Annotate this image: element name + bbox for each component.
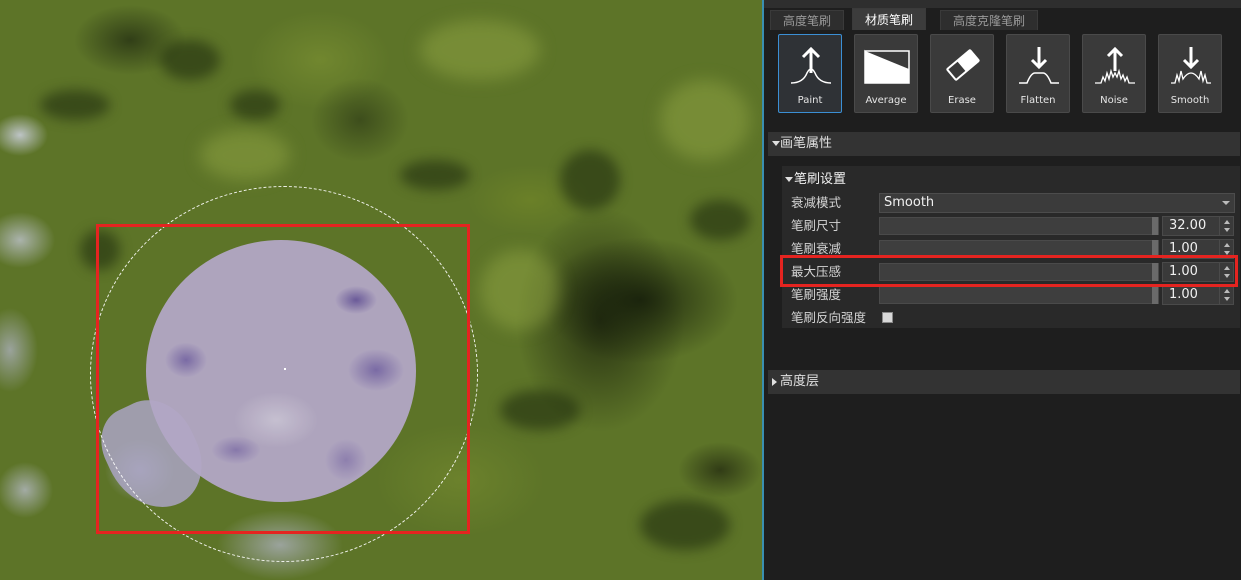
terrain-shadow	[400, 160, 470, 190]
brush-strength-slider[interactable]	[879, 286, 1159, 304]
row-brush-size: 笔刷尺寸 32.00	[782, 215, 1240, 237]
terrain-highlight	[480, 250, 560, 330]
highlight-box-max-pressure	[780, 255, 1238, 287]
terrain-highlight	[420, 20, 540, 80]
tool-noise-button[interactable]: Noise	[1082, 34, 1146, 113]
slider-handle[interactable]	[1152, 217, 1158, 235]
eraser-icon	[946, 49, 980, 81]
terrain-highlight	[660, 80, 750, 160]
terrain-shadow	[160, 40, 220, 80]
falloff-mode-dropdown[interactable]: Smooth	[879, 193, 1235, 213]
terrain-shadow	[40, 90, 110, 120]
expand-triangle-icon	[772, 141, 780, 146]
spin-up-icon[interactable]	[1224, 289, 1230, 293]
section-brush-properties[interactable]: 画笔属性	[768, 132, 1240, 156]
brush-invert-strength-checkbox[interactable]	[882, 312, 893, 323]
brush-tool-row: Paint Average Erase Flatten Noise Smooth	[778, 34, 1238, 114]
slider-handle[interactable]	[1152, 286, 1158, 304]
row-brush-strength: 笔刷强度 1.00	[782, 284, 1240, 306]
brush-settings-group: 笔刷设置 衰减模式 Smooth 笔刷尺寸 32.00 笔刷衰减 1.00 最大…	[782, 166, 1240, 328]
brush-strength-spinbox[interactable]: 1.00	[1162, 285, 1234, 305]
tool-label: Smooth	[1170, 95, 1210, 106]
spin-up-icon[interactable]	[1224, 243, 1230, 247]
brush-size-slider[interactable]	[879, 217, 1159, 235]
chevron-down-icon	[1222, 201, 1230, 205]
brush-size-spinbox[interactable]: 32.00	[1162, 216, 1234, 236]
tab-material-brush[interactable]: 材质笔刷	[852, 8, 927, 30]
panel-title-bar	[764, 0, 1241, 8]
terrain-viewport[interactable]	[0, 0, 762, 580]
row-falloff-mode: 衰减模式 Smooth	[782, 192, 1240, 214]
brush-tab-bar: 高度笔刷 材质笔刷 高度克隆笔刷	[764, 8, 1241, 30]
spin-up-icon[interactable]	[1224, 220, 1230, 224]
tool-label: Noise	[1100, 95, 1128, 106]
section-title: 画笔属性	[780, 136, 833, 151]
brush-strength-label: 笔刷强度	[791, 287, 842, 302]
slider-fill	[880, 218, 1152, 234]
collapse-triangle-icon	[772, 378, 777, 386]
tool-average-button[interactable]: Average	[854, 34, 918, 113]
noise-up-arrow-icon	[1095, 46, 1135, 84]
expand-triangle-icon	[785, 177, 793, 182]
average-hatch-icon	[864, 49, 910, 84]
subsection-title: 笔刷设置	[794, 172, 847, 187]
falloff-mode-label: 衰减模式	[791, 195, 842, 210]
row-brush-invert-strength: 笔刷反向强度	[782, 307, 1240, 329]
brush-falloff-value: 1.00	[1169, 241, 1198, 256]
tool-flatten-button[interactable]: Flatten	[1006, 34, 1070, 113]
falloff-mode-value: Smooth	[884, 195, 935, 210]
tool-smooth-button[interactable]: Smooth	[1158, 34, 1222, 113]
terrain-shadow	[690, 200, 750, 240]
terrain-shadow	[500, 390, 580, 430]
terrain-shadow	[230, 90, 280, 120]
brush-strength-value: 1.00	[1169, 287, 1198, 302]
tool-label: Flatten	[1020, 95, 1056, 106]
tab-height-brush[interactable]: 高度笔刷	[770, 10, 845, 30]
tool-erase-button[interactable]: Erase	[930, 34, 994, 113]
tool-label: Paint	[797, 95, 823, 106]
highlight-box-brush-area	[96, 224, 470, 534]
slider-fill	[880, 287, 1152, 303]
paint-up-arrow-icon	[790, 46, 832, 84]
tab-height-clone-brush[interactable]: 高度克隆笔刷	[940, 10, 1039, 30]
terrain-brush-panel: 高度笔刷 材质笔刷 高度克隆笔刷 Paint Average Erase Fla…	[762, 0, 1241, 580]
spin-down-icon[interactable]	[1224, 297, 1230, 301]
spin-buttons[interactable]	[1219, 217, 1233, 235]
terrain-highlight	[200, 130, 290, 180]
section-height-layer[interactable]: 高度层	[768, 370, 1240, 394]
tool-label: Average	[865, 95, 907, 106]
brush-invert-strength-label: 笔刷反向强度	[791, 310, 867, 325]
spin-buttons[interactable]	[1219, 286, 1233, 304]
section-title: 高度层	[780, 374, 820, 389]
flatten-down-arrow-icon	[1019, 47, 1059, 84]
spin-down-icon[interactable]	[1224, 228, 1230, 232]
tool-label: Erase	[948, 95, 976, 106]
brush-size-value: 32.00	[1169, 218, 1207, 233]
subsection-brush-settings[interactable]: 笔刷设置	[782, 170, 846, 190]
terrain-shadow	[640, 500, 730, 550]
smooth-down-arrow-icon	[1171, 47, 1211, 84]
terrain-shadow	[560, 150, 620, 210]
tool-paint-button[interactable]: Paint	[778, 34, 842, 113]
brush-size-label: 笔刷尺寸	[791, 218, 842, 233]
